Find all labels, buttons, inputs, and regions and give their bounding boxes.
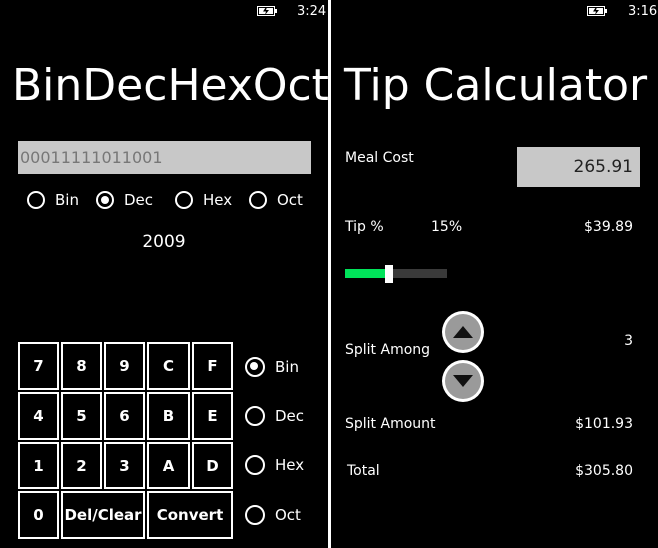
- split-decrease-button[interactable]: [442, 360, 484, 402]
- key-b[interactable]: B: [147, 392, 190, 440]
- convert-button[interactable]: Convert: [147, 491, 233, 539]
- input-mode-bin-radio[interactable]: Bin: [27, 191, 79, 209]
- radio-label: Bin: [55, 191, 79, 209]
- radio-circle: [249, 191, 267, 209]
- split-increase-button[interactable]: [442, 311, 484, 353]
- key-e[interactable]: E: [192, 392, 233, 440]
- radio-circle: [245, 406, 265, 426]
- tip-percent: 15%: [431, 219, 463, 235]
- del-clear-button[interactable]: Del/Clear: [61, 491, 145, 539]
- input-mode-oct-radio[interactable]: Oct: [249, 191, 303, 209]
- key-c[interactable]: C: [147, 342, 190, 390]
- total-value: $305.80: [575, 463, 633, 479]
- key-9[interactable]: 9: [104, 342, 145, 390]
- tip-slider-fill: [345, 269, 389, 278]
- status-bar: 3:24: [0, 0, 328, 24]
- key-8[interactable]: 8: [61, 342, 102, 390]
- app-title: Tip Calculator: [344, 60, 648, 111]
- output-mode-hex-radio[interactable]: Hex: [245, 455, 304, 475]
- radio-circle: [245, 455, 265, 475]
- radio-label: Oct: [275, 506, 301, 524]
- split-among-value: 3: [624, 333, 633, 349]
- conversion-result: 2009: [142, 232, 186, 252]
- radio-label: Dec: [275, 407, 305, 425]
- status-time: 3:24: [297, 4, 327, 19]
- number-input[interactable]: 00011111011001: [18, 141, 311, 174]
- radio-circle-selected: [96, 191, 114, 209]
- key-7[interactable]: 7: [18, 342, 59, 390]
- tip-calculator-screen: 3:16 Tip Calculator Meal Cost 265.91 Tip…: [331, 0, 658, 548]
- key-6[interactable]: 6: [104, 392, 145, 440]
- meal-cost-label: Meal Cost: [345, 150, 414, 166]
- key-a[interactable]: A: [147, 442, 190, 489]
- radio-label: Hex: [275, 456, 305, 474]
- radio-label: Hex: [203, 191, 233, 209]
- status-bar: 3:16: [331, 0, 658, 24]
- status-time: 3:16: [628, 4, 658, 19]
- tip-slider[interactable]: [345, 269, 447, 278]
- total-label: Total: [347, 463, 380, 479]
- radio-circle: [175, 191, 193, 209]
- key-d[interactable]: D: [192, 442, 233, 489]
- radio-circle-selected: [245, 357, 265, 377]
- meal-cost-input[interactable]: 265.91: [517, 147, 640, 187]
- split-amount-value: $101.93: [575, 416, 633, 432]
- key-0[interactable]: 0: [18, 491, 59, 539]
- arrow-up-icon: [453, 326, 473, 338]
- output-mode-bin-radio[interactable]: Bin: [245, 357, 299, 377]
- tip-slider-thumb[interactable]: [385, 265, 393, 283]
- radio-circle: [27, 191, 45, 209]
- key-3[interactable]: 3: [104, 442, 145, 489]
- radio-label: Bin: [275, 358, 299, 376]
- key-f[interactable]: F: [192, 342, 233, 390]
- radio-label: Oct: [277, 191, 303, 209]
- radio-label: Dec: [124, 191, 154, 209]
- key-5[interactable]: 5: [61, 392, 102, 440]
- app-title: BinDecHexOct: [12, 60, 328, 111]
- output-mode-dec-radio[interactable]: Dec: [245, 406, 304, 426]
- bindechexoct-screen: 3:24 BinDecHexOct 00011111011001 Bin Dec…: [0, 0, 328, 548]
- battery-charging-icon: [257, 6, 277, 16]
- key-1[interactable]: 1: [18, 442, 59, 489]
- radio-circle: [245, 505, 265, 525]
- split-amount-label: Split Amount: [345, 416, 436, 432]
- input-mode-dec-radio[interactable]: Dec: [96, 191, 153, 209]
- key-2[interactable]: 2: [61, 442, 102, 489]
- input-mode-hex-radio[interactable]: Hex: [175, 191, 232, 209]
- arrow-down-icon: [453, 375, 473, 387]
- key-4[interactable]: 4: [18, 392, 59, 440]
- split-among-label: Split Among: [345, 342, 431, 358]
- tip-amount: $39.89: [584, 219, 633, 235]
- tip-label: Tip %: [345, 219, 384, 235]
- battery-charging-icon: [587, 6, 607, 16]
- output-mode-oct-radio[interactable]: Oct: [245, 505, 301, 525]
